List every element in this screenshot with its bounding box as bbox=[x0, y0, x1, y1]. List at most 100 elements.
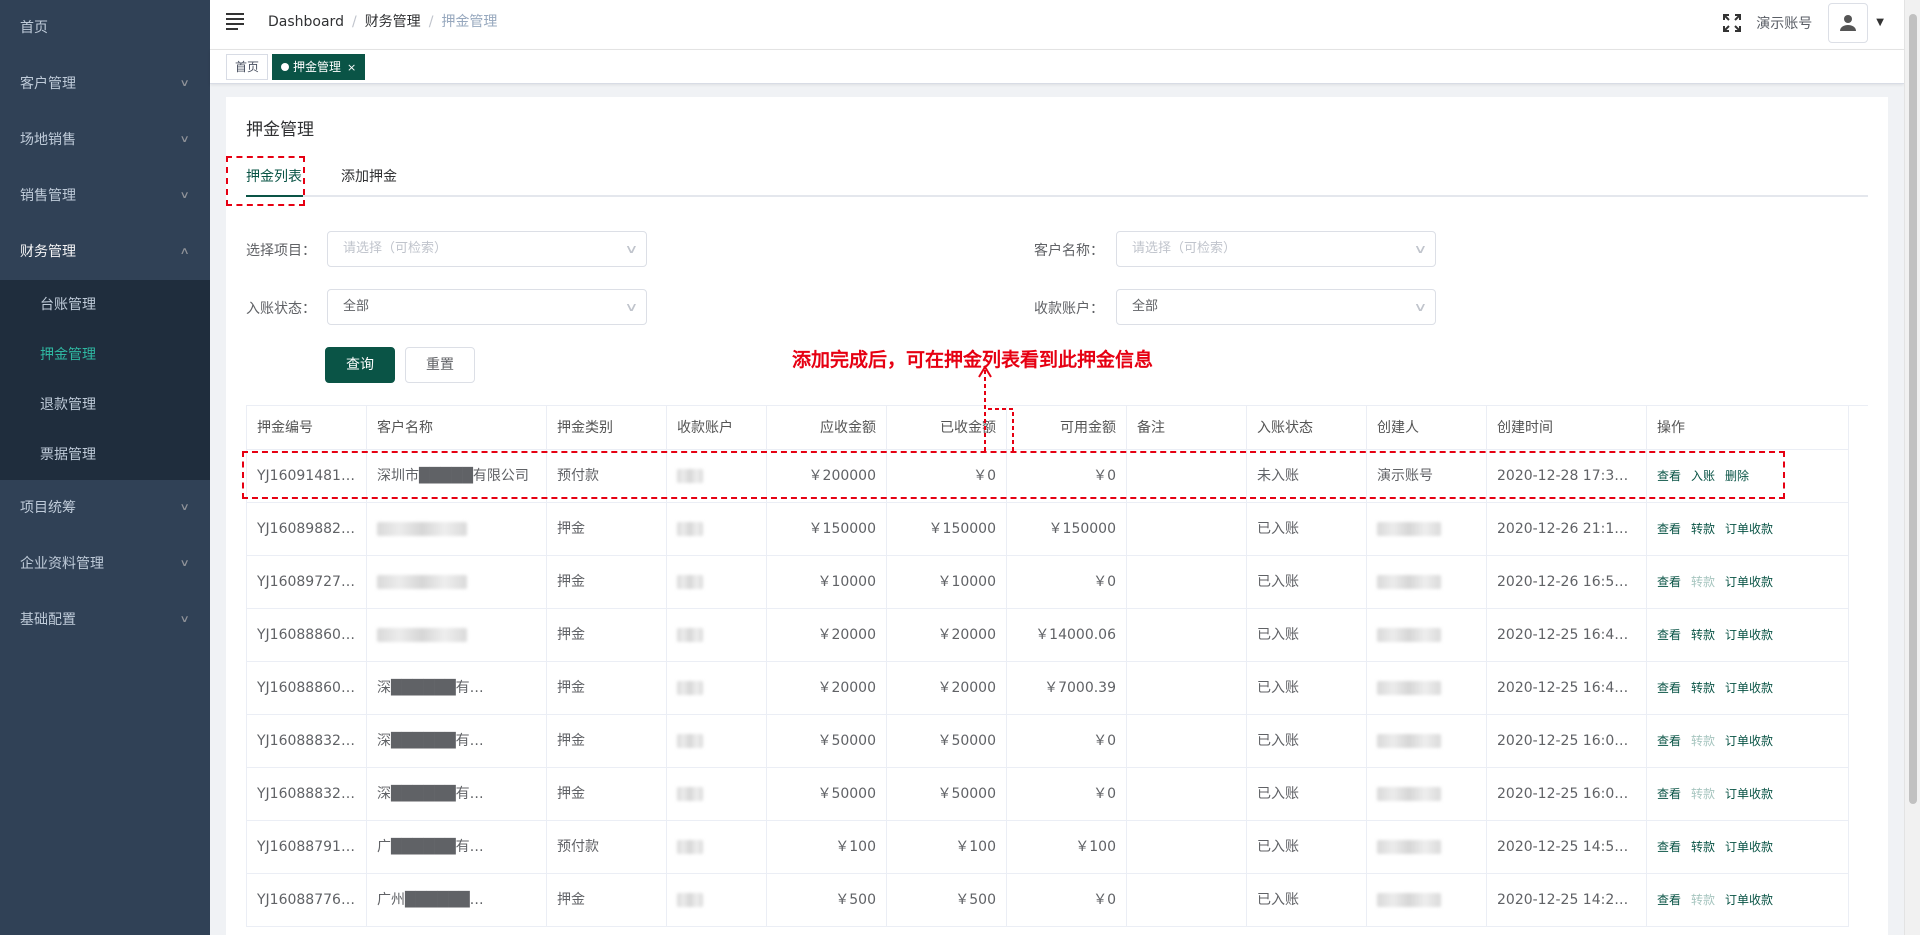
column-header: 入账状态 bbox=[1247, 406, 1367, 450]
table-cell-status: 已入账 bbox=[1247, 556, 1367, 609]
action-link[interactable]: 转款 bbox=[1691, 893, 1715, 907]
table-cell-id: YJ16088832… bbox=[247, 715, 367, 768]
tag-home[interactable]: 首页 bbox=[226, 54, 269, 80]
action-link[interactable]: 订单收款 bbox=[1725, 681, 1773, 695]
action-link[interactable]: 转款 bbox=[1691, 628, 1715, 642]
account-select[interactable]: 全部 ∨ bbox=[1116, 289, 1436, 325]
table-cell-due: ￥50000 bbox=[767, 715, 887, 768]
sidebar-item-config[interactable]: 基础配置 ∨ bbox=[0, 592, 210, 648]
action-link[interactable]: 转款 bbox=[1691, 840, 1715, 854]
action-link[interactable]: 订单收款 bbox=[1725, 628, 1773, 642]
tag-deposit[interactable]: 押金管理 × bbox=[272, 54, 366, 80]
customer-select[interactable]: 请选择（可检索） ∨ bbox=[1116, 231, 1436, 267]
table-cell-creator bbox=[1367, 609, 1487, 662]
sidebar-item-customers[interactable]: 客户管理 ∨ bbox=[0, 56, 210, 112]
tabs: 押金列表 添加押金 bbox=[246, 157, 1868, 197]
sidebar-item-venue-sales[interactable]: 场地销售 ∨ bbox=[0, 112, 210, 168]
table-cell-type: 押金 bbox=[547, 874, 667, 927]
action-link[interactable]: 订单收款 bbox=[1725, 840, 1773, 854]
status-select[interactable]: 全部 ∨ bbox=[327, 289, 647, 325]
redacted-text bbox=[677, 840, 703, 854]
table-row: YJ16088860… 押金 ￥20000 ￥20000 ￥14000.06 已入账 202… bbox=[247, 609, 1868, 662]
table-cell-actions: 查看 转款 订单收款 bbox=[1647, 662, 1849, 715]
avatar[interactable] bbox=[1828, 2, 1869, 43]
sidebar-item-refund[interactable]: 退款管理 bbox=[0, 380, 210, 430]
table-cell-remark bbox=[1127, 609, 1247, 662]
scrollbar[interactable] bbox=[1904, 0, 1920, 935]
action-link[interactable]: 查看 bbox=[1657, 893, 1681, 907]
column-header: 创建时间 bbox=[1487, 406, 1647, 450]
sidebar-item-invoice[interactable]: 票据管理 bbox=[0, 430, 210, 480]
action-link[interactable]: 订单收款 bbox=[1725, 734, 1773, 748]
action-link[interactable]: 查看 bbox=[1657, 575, 1681, 589]
action-link[interactable]: 查看 bbox=[1657, 840, 1681, 854]
redacted-text bbox=[677, 787, 703, 801]
table-cell-id: YJ16088791… bbox=[247, 821, 367, 874]
chevron-down-icon: ∨ bbox=[179, 614, 190, 625]
chevron-down-icon: ∨ bbox=[624, 242, 639, 256]
action-link[interactable]: 入账 bbox=[1691, 469, 1715, 483]
fullscreen-icon[interactable] bbox=[1722, 13, 1742, 33]
project-select[interactable]: 请选择（可检索） ∨ bbox=[327, 231, 647, 267]
action-link[interactable]: 订单收款 bbox=[1725, 575, 1773, 589]
table-cell-received: ￥0 bbox=[887, 450, 1007, 503]
table-cell-account bbox=[667, 556, 767, 609]
sidebar-item-home[interactable]: 首页 bbox=[0, 0, 210, 56]
main-card: 押金管理 押金列表 添加押金 选择项目： 请选择（可检索） ∨ 客户名称： 请选择… bbox=[226, 97, 1888, 935]
action-link[interactable]: 查看 bbox=[1657, 469, 1681, 483]
sidebar-item-projects[interactable]: 项目统筹 ∨ bbox=[0, 480, 210, 536]
table-row: YJ16089727… 押金 ￥10000 ￥10000 ￥0 已入账 2020-12-26… bbox=[247, 556, 1868, 609]
column-header: 押金编号 bbox=[247, 406, 367, 450]
action-link[interactable]: 查看 bbox=[1657, 522, 1681, 536]
query-button[interactable]: 查询 bbox=[325, 347, 395, 383]
chevron-down-icon: ∨ bbox=[179, 558, 190, 569]
table-cell-created: 2020-12-25 14:27:05 bbox=[1487, 874, 1647, 927]
sidebar-item-sales[interactable]: 销售管理 ∨ bbox=[0, 168, 210, 224]
table-cell-id: YJ16088832… bbox=[247, 768, 367, 821]
table-cell-status: 已入账 bbox=[1247, 662, 1367, 715]
table-cell-creator bbox=[1367, 662, 1487, 715]
redacted-text bbox=[677, 681, 703, 695]
table-cell-account bbox=[667, 715, 767, 768]
redacted-text bbox=[1377, 681, 1441, 695]
table-cell-creator: 演示账号 bbox=[1367, 450, 1487, 503]
column-header: 客户名称 bbox=[367, 406, 547, 450]
table-cell-customer: 深██████有… bbox=[367, 768, 547, 821]
caret-down-icon[interactable]: ▼ bbox=[1876, 17, 1884, 28]
action-link[interactable]: 订单收款 bbox=[1725, 893, 1773, 907]
action-link[interactable]: 转款 bbox=[1691, 681, 1715, 695]
action-link[interactable]: 订单收款 bbox=[1725, 787, 1773, 801]
sidebar-item-company[interactable]: 企业资料管理 ∨ bbox=[0, 536, 210, 592]
action-link[interactable]: 转款 bbox=[1691, 787, 1715, 801]
close-icon[interactable]: × bbox=[347, 61, 356, 74]
table-cell-id: YJ16091481… bbox=[247, 450, 367, 503]
table-cell-created: 2020-12-25 16:00:37 bbox=[1487, 715, 1647, 768]
reset-button[interactable]: 重置 bbox=[405, 347, 475, 383]
table-cell-type: 押金 bbox=[547, 556, 667, 609]
column-header: 应收金额 bbox=[767, 406, 887, 450]
breadcrumb-dashboard[interactable]: Dashboard bbox=[268, 14, 344, 30]
action-link[interactable]: 删除 bbox=[1725, 469, 1749, 483]
sidebar-item-label: 销售管理 bbox=[20, 188, 76, 204]
sidebar-item-finance[interactable]: 财务管理 ∧ bbox=[0, 224, 210, 280]
tab-add-deposit[interactable]: 添加押金 bbox=[341, 157, 397, 197]
table-cell-type: 押金 bbox=[547, 662, 667, 715]
table-header: 押金编号 客户名称 押金类别 收款账户 应收金额 已收金额 可用金额 备注 入账状态 创建人 创建时… bbox=[247, 406, 1868, 450]
action-link[interactable]: 订单收款 bbox=[1725, 522, 1773, 536]
sidebar-item-deposit[interactable]: 押金管理 bbox=[0, 330, 210, 380]
table-cell-type: 预付款 bbox=[547, 450, 667, 503]
action-link[interactable]: 查看 bbox=[1657, 681, 1681, 695]
sidebar-item-ledger[interactable]: 台账管理 bbox=[0, 280, 210, 330]
action-link[interactable]: 查看 bbox=[1657, 628, 1681, 642]
menu-toggle-icon[interactable] bbox=[226, 13, 244, 30]
action-link[interactable]: 查看 bbox=[1657, 787, 1681, 801]
sidebar-item-label: 企业资料管理 bbox=[20, 556, 104, 572]
scrollbar-thumb[interactable] bbox=[1909, 14, 1917, 804]
action-link[interactable]: 转款 bbox=[1691, 575, 1715, 589]
tab-deposit-list[interactable]: 押金列表 bbox=[246, 157, 302, 197]
breadcrumb-finance: 财务管理 bbox=[364, 14, 421, 30]
action-link[interactable]: 转款 bbox=[1691, 734, 1715, 748]
action-link[interactable]: 转款 bbox=[1691, 522, 1715, 536]
action-link[interactable]: 查看 bbox=[1657, 734, 1681, 748]
redacted-text bbox=[677, 522, 703, 536]
